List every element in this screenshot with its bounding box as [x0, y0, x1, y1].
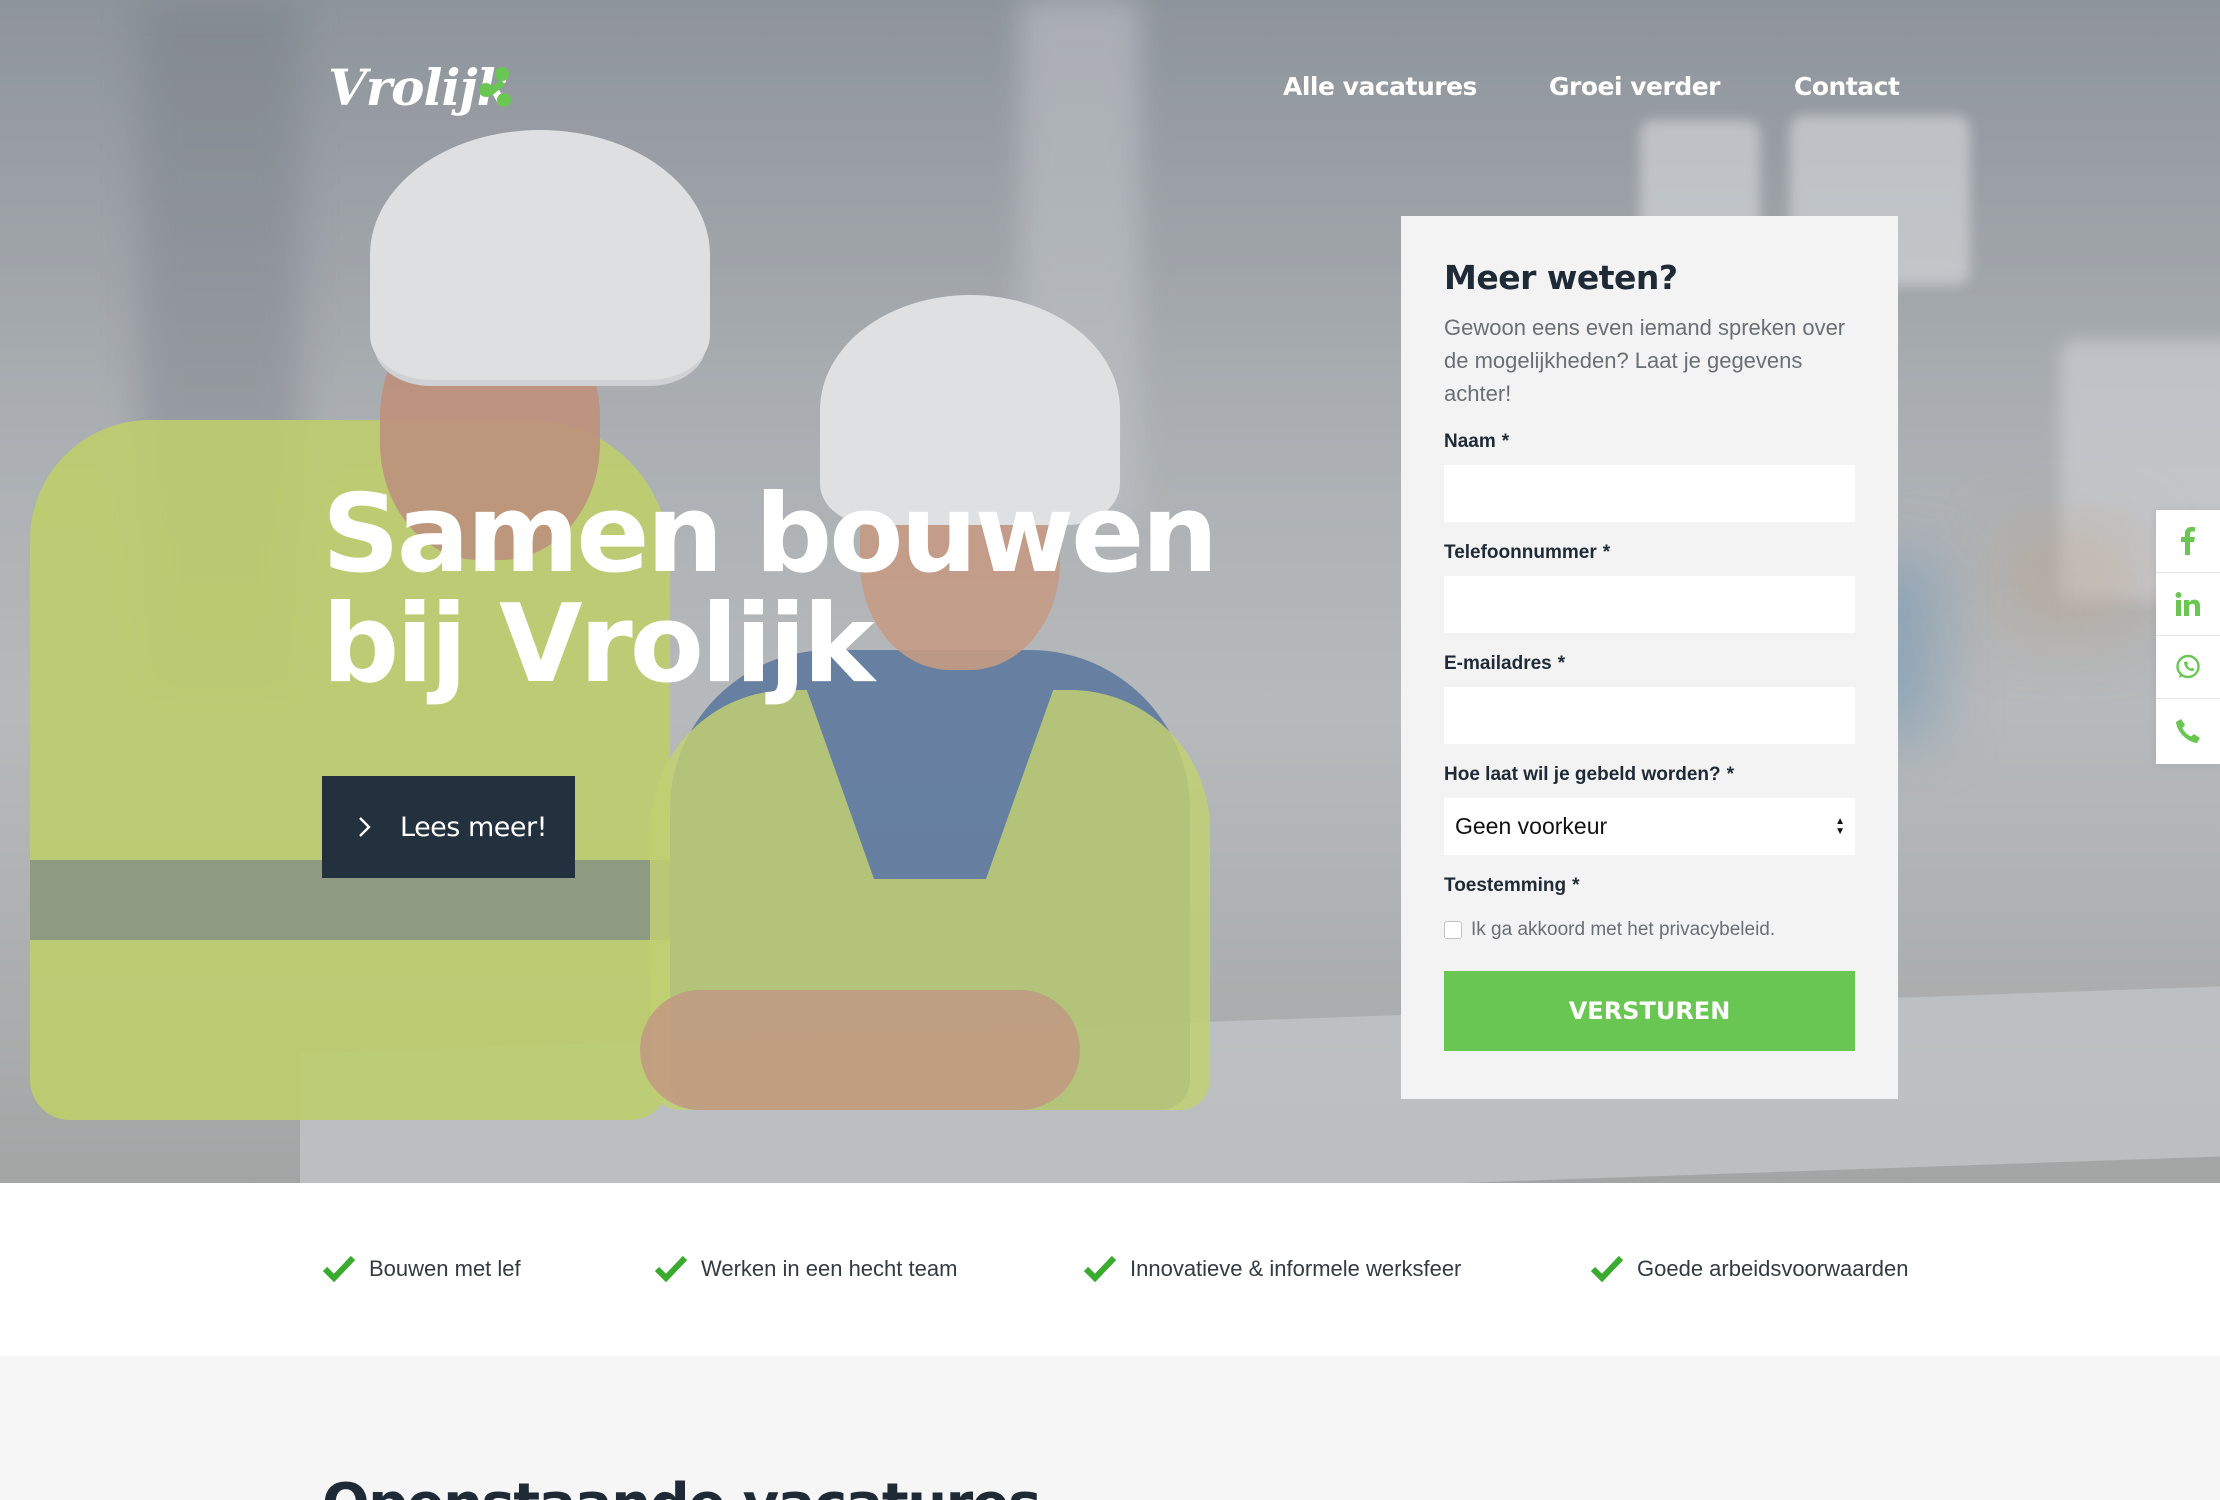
usp-bar: Bouwen met lef Werken in een hecht team … — [0, 1183, 2220, 1356]
form-intro: Gewoon eens even iemand spreken over de … — [1444, 315, 1846, 406]
checkmark-icon — [1590, 1255, 1624, 1283]
read-more-label: Lees meer! — [400, 811, 547, 843]
name-input[interactable] — [1444, 465, 1855, 522]
phone-field-group: Telefoonnummer * — [1444, 542, 1855, 633]
contact-form: Meer weten? Gewoon eens even iemand spre… — [1401, 216, 1898, 1099]
checkmark-icon — [322, 1255, 356, 1283]
linkedin-icon[interactable] — [2156, 573, 2220, 636]
call-time-select[interactable]: Geen voorkeur ▲ ▼ — [1444, 798, 1855, 855]
select-arrows-icon: ▲ ▼ — [1835, 815, 1845, 837]
usp-label: Goede arbeidsvoorwaarden — [1637, 1256, 1909, 1281]
call-time-field-group: Hoe laat wil je gebeld worden? * Geen voo… — [1444, 764, 1855, 855]
call-time-label: Hoe laat wil je gebeld worden? * — [1444, 764, 1735, 785]
usp-item: Bouwen met lef — [322, 1254, 521, 1284]
social-share-bar — [2156, 510, 2220, 764]
phone-label: Telefoonnummer * — [1444, 542, 1611, 563]
email-input[interactable] — [1444, 687, 1855, 744]
chevron-right-icon — [352, 814, 378, 840]
logo-mark-icon — [479, 67, 511, 107]
usp-label: Innovatieve & informele werksfeer — [1130, 1256, 1462, 1281]
usp-label: Werken in een hecht team — [701, 1256, 958, 1281]
consent-label: Toestemming * — [1444, 875, 1580, 896]
usp-item: Innovatieve & informele werksfeer — [1083, 1254, 1461, 1284]
checkmark-icon — [1083, 1255, 1117, 1283]
phone-icon[interactable] — [2156, 699, 2220, 762]
name-label: Naam * — [1444, 431, 1510, 452]
whatsapp-icon[interactable] — [2156, 636, 2220, 699]
nav-contact[interactable]: Contact — [1794, 72, 1900, 101]
vacancies-section: Openstaande vacatures — [0, 1356, 2220, 1500]
nav-alle-vacatures[interactable]: Alle vacatures — [1283, 72, 1477, 101]
privacy-text: Ik ga akkoord met het privacybeleid. — [1471, 919, 1776, 940]
email-field-group: E-mailadres * — [1444, 653, 1855, 744]
read-more-button[interactable]: Lees meer! — [322, 776, 575, 878]
consent-field-group: Toestemming * Ik ga akkoord met het priva… — [1444, 875, 1855, 941]
hero-section: Vrolijk Alle vacatures Groei verder Cont… — [0, 0, 2220, 1183]
vacancies-title: Openstaande vacatures — [322, 1472, 1042, 1500]
name-field-group: Naam * — [1444, 431, 1855, 522]
usp-label: Bouwen met lef — [369, 1256, 521, 1281]
nav-groei-verder[interactable]: Groei verder — [1549, 72, 1721, 101]
submit-button[interactable]: VERSTUREN — [1444, 971, 1855, 1051]
phone-input[interactable] — [1444, 576, 1855, 633]
checkmark-icon — [654, 1255, 688, 1283]
hero-title: Samen bouwen bij Vrolijk — [322, 480, 1222, 700]
email-label: E-mailadres * — [1444, 653, 1566, 674]
privacy-checkbox[interactable] — [1444, 921, 1462, 939]
form-title: Meer weten? — [1444, 258, 1678, 297]
call-time-value: Geen voorkeur — [1455, 813, 1608, 839]
usp-item: Goede arbeidsvoorwaarden — [1590, 1254, 1909, 1284]
hero-title-line: Samen bouwen — [322, 472, 1218, 597]
facebook-icon[interactable] — [2156, 510, 2220, 573]
consent-row: Ik ga akkoord met het privacybeleid. — [1444, 919, 1855, 941]
hero-title-line: bij Vrolijk — [322, 582, 875, 707]
usp-item: Werken in een hecht team — [654, 1254, 957, 1284]
